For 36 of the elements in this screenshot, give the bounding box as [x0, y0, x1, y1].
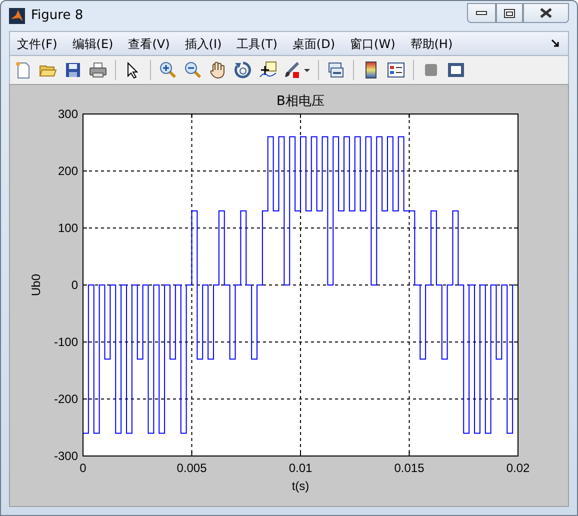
menu-item[interactable]: 编辑(E)	[65, 34, 122, 52]
minimize-icon	[476, 10, 487, 16]
tick-label: 0	[80, 461, 86, 475]
y-axis-label: Ub0	[29, 274, 43, 296]
menu-item[interactable]: 工具(T)	[230, 34, 286, 52]
tick-label: -100	[54, 335, 78, 349]
dock-arrow-icon[interactable]	[551, 39, 560, 48]
x-axis-label: t(s)	[292, 479, 310, 493]
menu-item[interactable]: 插入(I)	[178, 34, 230, 52]
close-button[interactable]	[523, 3, 569, 23]
menu-item[interactable]: 帮助(H)	[403, 34, 461, 52]
maximize-icon	[504, 8, 515, 18]
tick-label: 300	[58, 107, 78, 121]
tick-label: 0.02	[506, 461, 530, 475]
tick-label: 200	[58, 164, 78, 178]
app-logo-icon	[9, 8, 25, 24]
rotate-icon[interactable]	[232, 59, 254, 81]
tick-label: -200	[54, 392, 78, 406]
maximize-button[interactable]	[496, 3, 523, 23]
tick-label: 0.015	[394, 461, 424, 475]
menu-item[interactable]: 文件(F)	[10, 34, 66, 52]
menu-item[interactable]: 查看(V)	[121, 34, 178, 52]
zoom-out-icon[interactable]	[182, 59, 204, 81]
menu-item[interactable]: 窗口(W)	[343, 34, 404, 52]
tick-label: 0	[71, 278, 78, 292]
brush-icon[interactable]	[282, 59, 312, 81]
tick-label: 0.005	[176, 461, 207, 475]
zoom-in-icon[interactable]	[157, 59, 179, 81]
menu-item[interactable]: 桌面(D)	[285, 34, 344, 52]
chart-title: B相电压	[276, 94, 324, 109]
minimize-button[interactable]	[467, 3, 496, 23]
tick-label: 0.01	[288, 461, 312, 475]
tick-label: 100	[58, 221, 78, 235]
window-title: Figure 8	[31, 7, 84, 26]
tick-label: -300	[54, 449, 78, 463]
close-icon	[540, 8, 552, 18]
